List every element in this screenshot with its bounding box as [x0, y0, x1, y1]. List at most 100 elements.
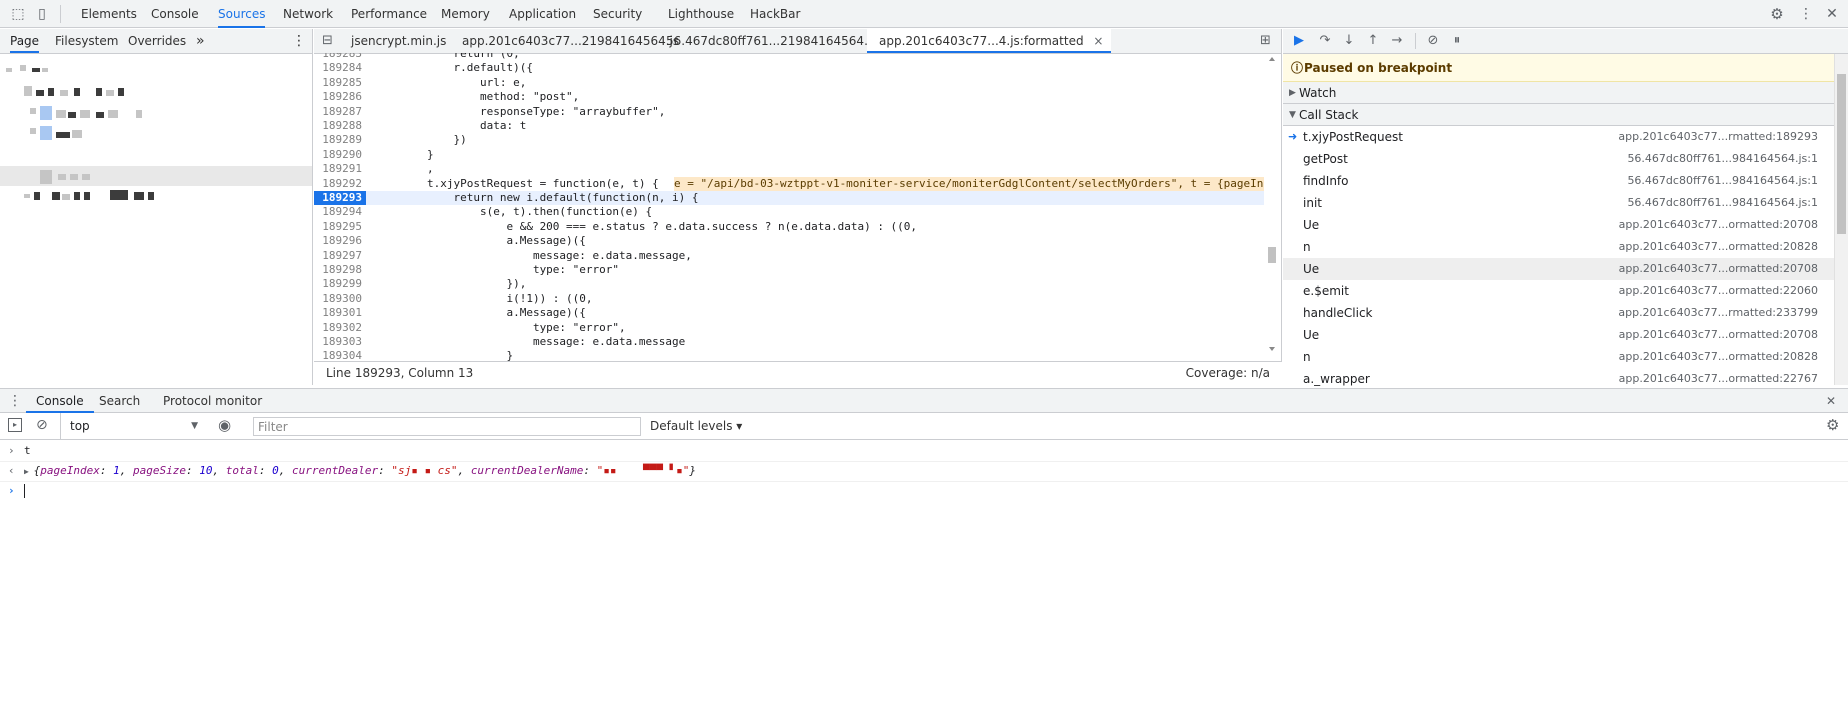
tab-elements[interactable]: Elements — [81, 0, 137, 28]
frame-location[interactable]: app.201c6403c77...ormatted:22767 — [1619, 368, 1818, 390]
frame-location[interactable]: app.201c6403c77...rmatted:189293 — [1618, 126, 1818, 148]
line-number[interactable]: 189285 — [314, 76, 366, 90]
editor-tab-56-js[interactable]: 56.467dc80ff761...21984164564.js — [666, 29, 877, 53]
code-line[interactable]: 189297 message: e.data.message, — [314, 249, 1264, 263]
context-selector[interactable]: top ▼ — [66, 417, 202, 436]
show-sidebar-icon[interactable]: ▸ — [8, 418, 22, 432]
code-line[interactable]: 189300 i(!1)) : ((0, — [314, 292, 1264, 306]
console-result[interactable]: ‹ ▶ {pageIndex: 1, pageSize: 10, total: … — [0, 461, 1848, 482]
line-number[interactable]: 189283 — [314, 53, 366, 61]
debugger-scroll-thumb[interactable] — [1837, 74, 1846, 234]
tab-hackbar[interactable]: HackBar — [750, 0, 800, 28]
call-frame[interactable]: a._wrapper app.201c6403c77...ormatted:227… — [1283, 368, 1834, 390]
toggle-debugger-icon[interactable]: ⊞ — [1260, 29, 1271, 53]
editor-tab-app-formatted[interactable]: app.201c6403c77...4.js:formatted × — [867, 29, 1112, 53]
frame-location[interactable]: app.201c6403c77...ormatted:20828 — [1619, 346, 1818, 368]
console-input-caret[interactable] — [24, 484, 25, 498]
navigator-menu-icon[interactable]: ⋮ — [292, 29, 306, 53]
console-prompt[interactable]: › — [0, 481, 1848, 501]
frame-location[interactable]: app.201c6403c77...ormatted:20708 — [1619, 324, 1818, 346]
frame-location[interactable]: app.201c6403c77...ormatted:20828 — [1619, 236, 1818, 258]
code-line[interactable]: 189291 , — [314, 162, 1264, 176]
pause-on-exceptions-icon[interactable]: ⏸ — [1447, 31, 1467, 51]
log-levels-dropdown[interactable]: Default levels ▾ — [650, 419, 742, 433]
tab-lighthouse[interactable]: Lighthouse — [668, 0, 734, 28]
call-frame[interactable]: init 56.467dc80ff761...984164564.js:1 — [1283, 192, 1834, 214]
tab-security[interactable]: Security — [593, 0, 642, 28]
line-number[interactable]: 189290 — [314, 148, 366, 162]
call-frame[interactable]: e.$emit app.201c6403c77...ormatted:22060 — [1283, 280, 1834, 302]
tab-memory[interactable]: Memory — [441, 0, 490, 28]
line-number[interactable]: 189289 — [314, 133, 366, 147]
line-number[interactable]: 189287 — [314, 105, 366, 119]
call-frame[interactable]: handleClick app.201c6403c77...rmatted:233… — [1283, 302, 1834, 324]
line-number[interactable]: 189293 — [314, 191, 366, 205]
code-line[interactable]: 189285 url: e, — [314, 76, 1264, 90]
line-number[interactable]: 189301 — [314, 306, 366, 320]
call-frame[interactable]: Ue app.201c6403c77...ormatted:20708 — [1283, 324, 1834, 346]
line-number[interactable]: 189295 — [314, 220, 366, 234]
close-devtools-icon[interactable]: ✕ — [1822, 4, 1842, 24]
toggle-navigator-icon[interactable]: ⊟ — [322, 29, 333, 53]
code-view[interactable]: 189283 return (0, 189284 r.default)({1892… — [314, 53, 1264, 371]
settings-gear-icon[interactable]: ⚙ — [1767, 4, 1787, 24]
call-frame[interactable]: findInfo 56.467dc80ff761...984164564.js:1 — [1283, 170, 1834, 192]
nav-tab-page[interactable]: Page — [10, 29, 40, 53]
line-number[interactable]: 189294 — [314, 205, 366, 219]
call-frame[interactable]: n app.201c6403c77...ormatted:20828 — [1283, 236, 1834, 258]
more-tabs-chevron-icon[interactable]: » — [196, 29, 205, 53]
tree-row[interactable] — [0, 62, 312, 76]
code-line[interactable]: 189292 t.xjyPostRequest = function(e, t)… — [314, 176, 1264, 191]
call-frame[interactable]: n app.201c6403c77...ormatted:20828 — [1283, 346, 1834, 368]
line-number[interactable]: 189291 — [314, 162, 366, 176]
drawer-menu-icon[interactable]: ⋮ — [8, 389, 22, 413]
tree-row[interactable] — [0, 106, 312, 120]
code-line[interactable]: 189298 type: "error" — [314, 263, 1264, 277]
line-number[interactable]: 189297 — [314, 249, 366, 263]
tab-console[interactable]: Console — [151, 0, 199, 28]
object-preview[interactable]: ▶ {pageIndex: 1, pageSize: 10, total: 0,… — [24, 461, 696, 482]
console-settings-gear-icon[interactable]: ⚙ — [1826, 416, 1839, 434]
tab-network[interactable]: Network — [283, 0, 333, 28]
tab-performance[interactable]: Performance — [351, 0, 427, 28]
frame-location[interactable]: 56.467dc80ff761...984164564.js:1 — [1627, 170, 1818, 192]
drawer-tab-search[interactable]: Search — [99, 389, 140, 413]
code-line[interactable]: 189301 a.Message)({ — [314, 306, 1264, 320]
editor-tab-app-js[interactable]: app.201c6403c77...21984164564.js — [462, 29, 679, 53]
deactivate-breakpoints-icon[interactable]: ⊘ — [1423, 31, 1443, 51]
callstack-section-header[interactable]: ▼ Call Stack — [1283, 104, 1834, 126]
frame-location[interactable]: app.201c6403c77...ormatted:20708 — [1619, 258, 1818, 280]
code-line[interactable]: 189294 s(e, t).then(function(e) { — [314, 205, 1264, 219]
clear-console-icon[interactable]: ⊘ — [36, 417, 48, 433]
code-line[interactable]: 189290 } — [314, 148, 1264, 162]
code-line[interactable]: 189287 responseType: "arraybuffer", — [314, 105, 1264, 119]
drawer-tab-console[interactable]: Console — [26, 389, 94, 413]
code-line[interactable]: 189295 e && 200 === e.status ? e.data.su… — [314, 220, 1264, 234]
frame-location[interactable]: app.201c6403c77...rmatted:233799 — [1618, 302, 1818, 324]
code-line[interactable]: 189288 data: t — [314, 119, 1264, 133]
step-icon[interactable]: → — [1387, 31, 1407, 51]
console-filter-input[interactable] — [253, 417, 641, 436]
code-line[interactable]: 189303 message: e.data.message — [314, 335, 1264, 349]
tree-row[interactable] — [0, 84, 312, 98]
close-drawer-icon[interactable]: ✕ — [1826, 389, 1836, 413]
line-number[interactable]: 189303 — [314, 335, 366, 349]
debugger-scrollbar[interactable] — [1834, 54, 1848, 385]
editor-vertical-scrollbar[interactable] — [1267, 57, 1277, 353]
line-number[interactable]: 189286 — [314, 90, 366, 104]
call-frame[interactable]: getPost 56.467dc80ff761...984164564.js:1 — [1283, 148, 1834, 170]
nav-tab-overrides[interactable]: Overrides — [128, 29, 186, 53]
watch-section-header[interactable]: ▶ Watch — [1283, 82, 1834, 104]
call-frame[interactable]: Ue app.201c6403c77...ormatted:20708 — [1283, 214, 1834, 236]
more-options-icon[interactable]: ⋮ — [1796, 4, 1816, 24]
line-number[interactable]: 189298 — [314, 263, 366, 277]
frame-location[interactable]: app.201c6403c77...ormatted:20708 — [1619, 214, 1818, 236]
call-frame[interactable]: ➜ t.xjyPostRequest app.201c6403c77...rmatt… — [1283, 126, 1834, 148]
tab-application[interactable]: Application — [509, 0, 576, 28]
nav-tab-filesystem[interactable]: Filesystem — [55, 29, 118, 53]
frame-location[interactable]: 56.467dc80ff761...984164564.js:1 — [1627, 148, 1818, 170]
code-line[interactable]: 189299 }), — [314, 277, 1264, 291]
line-number[interactable]: 189299 — [314, 277, 366, 291]
step-over-icon[interactable]: ↷ — [1315, 31, 1335, 51]
code-line[interactable]: 189283 return (0, — [314, 53, 1264, 61]
